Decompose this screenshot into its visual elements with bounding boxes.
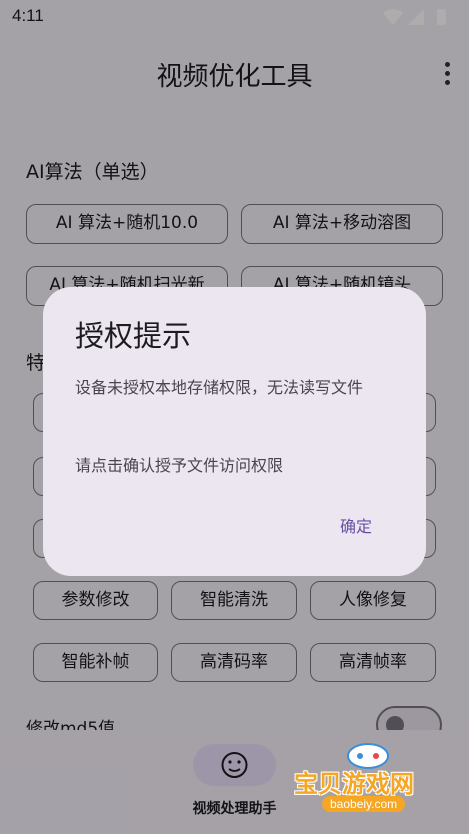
dialog-message-grant: 请点击确认授予文件访问权限 [75,456,284,475]
permission-dialog: 授权提示 设备未授权本地存储权限，无法读写文件 请点击确认授予文件访问权限 确定 [43,287,426,576]
watermark-logo: 宝贝游戏网 baobeiy.com [286,740,446,830]
confirm-button[interactable]: 确定 [340,513,372,537]
dialog-message-storage: 设备未授权本地存储权限，无法读写文件 [75,378,364,397]
dialog-title: 授权提示 [75,319,192,353]
watermark-text: 宝贝游戏网 [294,770,414,798]
watermark-url: baobeiy.com [322,796,406,812]
